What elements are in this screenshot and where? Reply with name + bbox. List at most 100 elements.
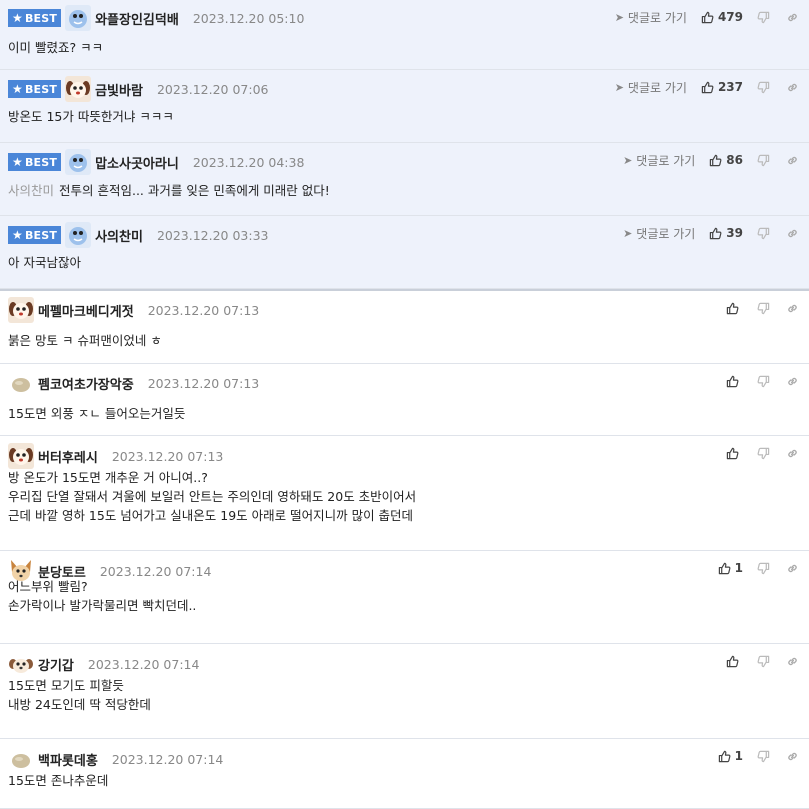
comment-body: 15도면 존나추운데 [8,771,108,790]
upvote-count: 479 [717,10,743,24]
upvote-count: 237 [717,80,743,94]
comment-body: 이미 빨렸죠? ㅋㅋ [8,38,103,57]
comment-body: 방 온도가 15도면 개추운 거 아니여..? 우리집 단열 잘돼서 겨울에 보일… [8,468,416,525]
downvote-button[interactable] [757,447,770,460]
comment-date: 2023.12.20 07:13 [111,448,224,464]
comment-line: 방온도 15가 따뜻한거냐 ㅋㅋㅋ [8,109,174,124]
go-to-comment-link[interactable]: ➤ 댓글로 가기 [615,79,687,96]
comment-body: 아 자국남잖아 [8,253,81,272]
comment-date: 2023.12.20 07:14 [111,751,224,767]
go-to-comment-link[interactable]: ➤ 댓글로 가기 [615,9,687,26]
author-name[interactable]: 금빛바람 [95,80,143,99]
thumbs-up-icon [726,447,739,459]
reply-target[interactable]: 사의찬미 [8,183,54,198]
upvote-button[interactable]: 237 [701,80,743,94]
upvote-button[interactable]: 39 [709,226,743,240]
upvote-count: 1 [734,749,743,763]
upvote-button[interactable]: 86 [709,153,743,167]
copy-link-button[interactable] [786,655,799,668]
thumbs-down-icon [757,81,770,93]
copy-link-button[interactable] [786,302,799,315]
downvote-button[interactable] [757,154,770,167]
downvote-button[interactable] [757,655,770,668]
copy-link-button[interactable] [786,154,799,167]
link-icon [788,83,797,91]
comment-item: 백파롯데홍 2023.12.20 07:14 15도면 존나추운데 1 [0,739,809,809]
comment-date: 2023.12.20 05:10 [192,10,305,26]
link-icon [788,752,797,760]
author-name[interactable]: 사의찬미 [95,226,143,245]
comment-line: 15도면 모기도 피할듯 [8,678,124,693]
star-icon: ★ [12,11,23,25]
comment-body: 어느부위 빨림? 손가락이나 발가락물리면 빡치던데.. [8,577,196,615]
comment-line: 사의찬미 전투의 흔적임... 과거를 잊은 민족에게 미래란 없다! [8,183,330,198]
copy-link-button[interactable] [786,562,799,575]
comment-line: 방 온도가 15도면 개추운 거 아니여..? [8,470,208,485]
copy-link-button[interactable] [786,750,799,763]
copy-link-button[interactable] [786,81,799,94]
thumbs-down-icon [757,302,770,314]
round-blob-avatar[interactable] [8,370,34,396]
author-name[interactable]: 맙소사곳아라니 [95,153,179,172]
comment-body: 붉은 망토 ㅋ 슈퍼맨이었네 ㅎ [8,331,162,350]
upvote-button[interactable]: 1 [718,749,743,763]
upvote-button[interactable]: 1 [718,561,743,575]
upvote-button[interactable] [726,302,743,315]
thumbs-up-icon [701,11,714,23]
downvote-button[interactable] [757,750,770,763]
comment-body: 방온도 15가 따뜻한거냐 ㅋㅋㅋ [8,107,174,126]
comment-line: 어느부위 빨림? [8,579,88,594]
copy-link-button[interactable] [786,11,799,24]
comment-actions: 1 [718,747,799,765]
comment-date: 2023.12.20 04:38 [192,154,305,170]
thumbs-down-icon [757,375,770,387]
downvote-button[interactable] [757,11,770,24]
author-name[interactable]: 와플장인김덕배 [95,9,179,28]
comment-line: 이미 빨렸죠? ㅋㅋ [8,40,104,55]
downvote-button[interactable] [757,375,770,388]
brown-dog-avatar[interactable] [65,76,92,102]
blue-bird-avatar[interactable] [65,149,92,175]
comment-item: ★ BEST 맙소사곳아라니 2023.12.20 04:38 사의찬미 전투의 흔적임.… [0,143,809,216]
comment-item: 버터후레시 2023.12.20 07:13 방 온도가 15도면 개추운 거 아니… [0,436,809,551]
comment-date: 2023.12.20 03:33 [156,227,269,243]
copy-link-button[interactable] [786,227,799,240]
comment-item: 메펠마크베디게젓 2023.12.20 07:13 붉은 망토 ㅋ 슈퍼맨이었네 ㅎ [0,291,809,364]
thumbs-down-icon [757,11,770,23]
comment-actions: ➤ 댓글로 가기 39 [623,224,799,242]
star-icon: ★ [12,155,23,169]
blue-bird-avatar[interactable] [65,5,92,31]
downvote-button[interactable] [757,81,770,94]
author-name[interactable]: 강기갑 [38,655,74,674]
comment-actions [726,444,799,462]
upvote-button[interactable] [726,447,743,460]
author-name[interactable]: 펨코여초가장악중 [38,374,134,393]
thumbs-up-icon [726,375,739,387]
upvote-count: 86 [726,153,743,167]
brown-dog-avatar[interactable] [8,297,34,323]
star-icon: ★ [12,228,23,242]
round-blob-avatar[interactable] [8,746,34,772]
author-name[interactable]: 버터후레시 [38,447,98,466]
downvote-button[interactable] [757,302,770,315]
thumbs-down-icon [757,447,770,459]
upvote-button[interactable] [726,655,743,668]
blue-bird-avatar[interactable] [65,222,92,248]
upvote-button[interactable]: 479 [701,10,743,24]
go-to-comment-link[interactable]: ➤ 댓글로 가기 [623,152,695,169]
puppy-avatar[interactable] [8,651,34,677]
downvote-button[interactable] [757,227,770,240]
go-to-comment-link[interactable]: ➤ 댓글로 가기 [623,225,695,242]
brown-dog-avatar[interactable] [8,443,34,469]
thumbs-up-icon [710,154,722,166]
comment-date: 2023.12.20 07:06 [156,81,269,97]
copy-link-button[interactable] [786,375,799,388]
downvote-button[interactable] [757,562,770,575]
comment-actions: ➤ 댓글로 가기 479 [615,8,799,26]
comment-line: 근데 바깥 영하 15도 넘어가고 실내온도 19도 아래로 떨어지니까 많이 … [8,508,414,523]
copy-link-button[interactable] [786,447,799,460]
author-name[interactable]: 메펠마크베디게젓 [38,301,134,320]
upvote-button[interactable] [726,375,743,388]
author-name[interactable]: 백파롯데홍 [38,750,98,769]
comment-actions [726,652,799,670]
